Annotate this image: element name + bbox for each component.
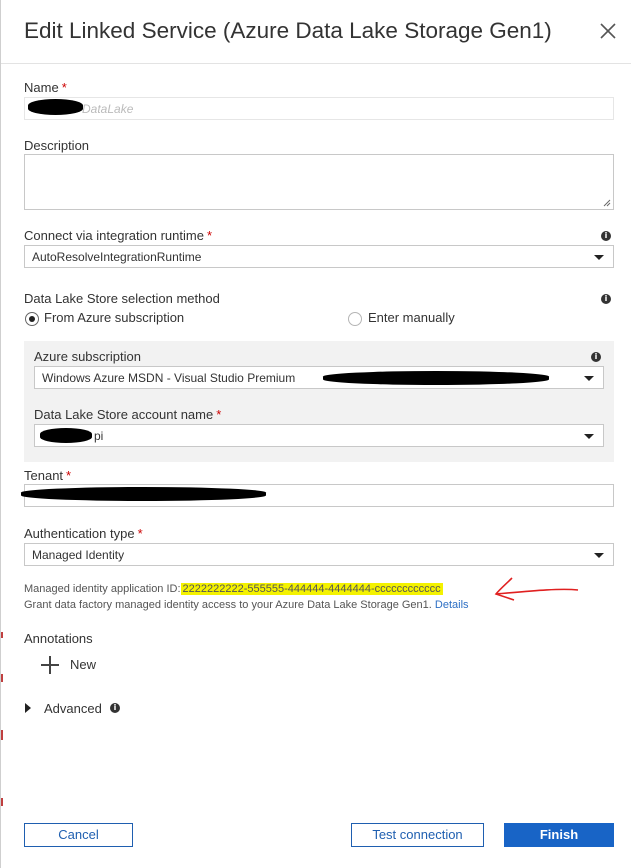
account-name-label: Data Lake Store account name * <box>34 407 222 422</box>
test-connection-button[interactable]: Test connection <box>351 823 484 847</box>
annotations-label: Annotations <box>24 631 93 646</box>
name-label: Name * <box>24 80 67 95</box>
radio-enter-manually[interactable] <box>348 312 362 326</box>
radio-from-subscription-label: From Azure subscription <box>44 310 185 325</box>
panel-title: Edit Linked Service (Azure Data Lake Sto… <box>24 18 552 43</box>
info-icon[interactable]: i <box>601 294 611 304</box>
edit-linked-service-panel: Edit Linked Service (Azure Data Lake Sto… <box>0 0 631 868</box>
plus-icon <box>41 656 59 674</box>
tenant-label: Tenant * <box>24 468 72 483</box>
expand-triangle-icon[interactable] <box>25 703 31 713</box>
redaction-mark <box>323 371 549 385</box>
add-annotation-label: New <box>70 657 97 672</box>
chevron-down-icon <box>594 255 604 260</box>
close-icon[interactable] <box>599 22 617 40</box>
managed-identity-note: Managed identity application ID: 22222222… <box>24 583 443 595</box>
auth-type-select[interactable]: Managed Identity <box>24 543 614 566</box>
account-name-select[interactable]: pi <box>34 424 604 447</box>
radio-enter-manually-label: Enter manually <box>368 310 455 325</box>
description-field[interactable] <box>24 154 614 210</box>
selection-method-label: Data Lake Store selection method <box>24 291 220 306</box>
details-link[interactable]: Details <box>435 599 469 611</box>
header-divider <box>1 63 631 64</box>
advanced-label[interactable]: Advanced <box>44 701 102 716</box>
radio-from-subscription[interactable] <box>25 312 39 326</box>
redaction-mark <box>28 99 83 115</box>
integration-runtime-label: Connect via integration runtime * <box>24 228 212 243</box>
resize-grip-icon[interactable] <box>603 199 611 207</box>
name-field[interactable]: DataLake <box>24 97 614 120</box>
info-icon[interactable]: i <box>110 703 120 713</box>
cancel-button[interactable]: Cancel <box>24 823 133 847</box>
redaction-mark <box>40 428 92 443</box>
auth-type-label: Authentication type * <box>24 526 143 541</box>
managed-identity-app-id: 2222222222-555555-444444-4444444-ccccccc… <box>180 583 443 595</box>
finish-button[interactable]: Finish <box>504 823 614 847</box>
info-icon[interactable]: i <box>601 231 611 241</box>
info-icon[interactable]: i <box>591 352 601 362</box>
chevron-down-icon <box>594 553 604 558</box>
redaction-mark <box>21 487 266 501</box>
background-edge-artifact <box>1 632 3 806</box>
azure-subscription-label: Azure subscription <box>34 349 141 364</box>
annotation-arrow-icon <box>494 577 579 601</box>
grant-access-note: Grant data factory managed identity acce… <box>24 599 469 611</box>
chevron-down-icon <box>584 376 594 381</box>
description-label: Description <box>24 138 90 153</box>
integration-runtime-select[interactable]: AutoResolveIntegrationRuntime <box>24 245 614 268</box>
chevron-down-icon <box>584 434 594 439</box>
